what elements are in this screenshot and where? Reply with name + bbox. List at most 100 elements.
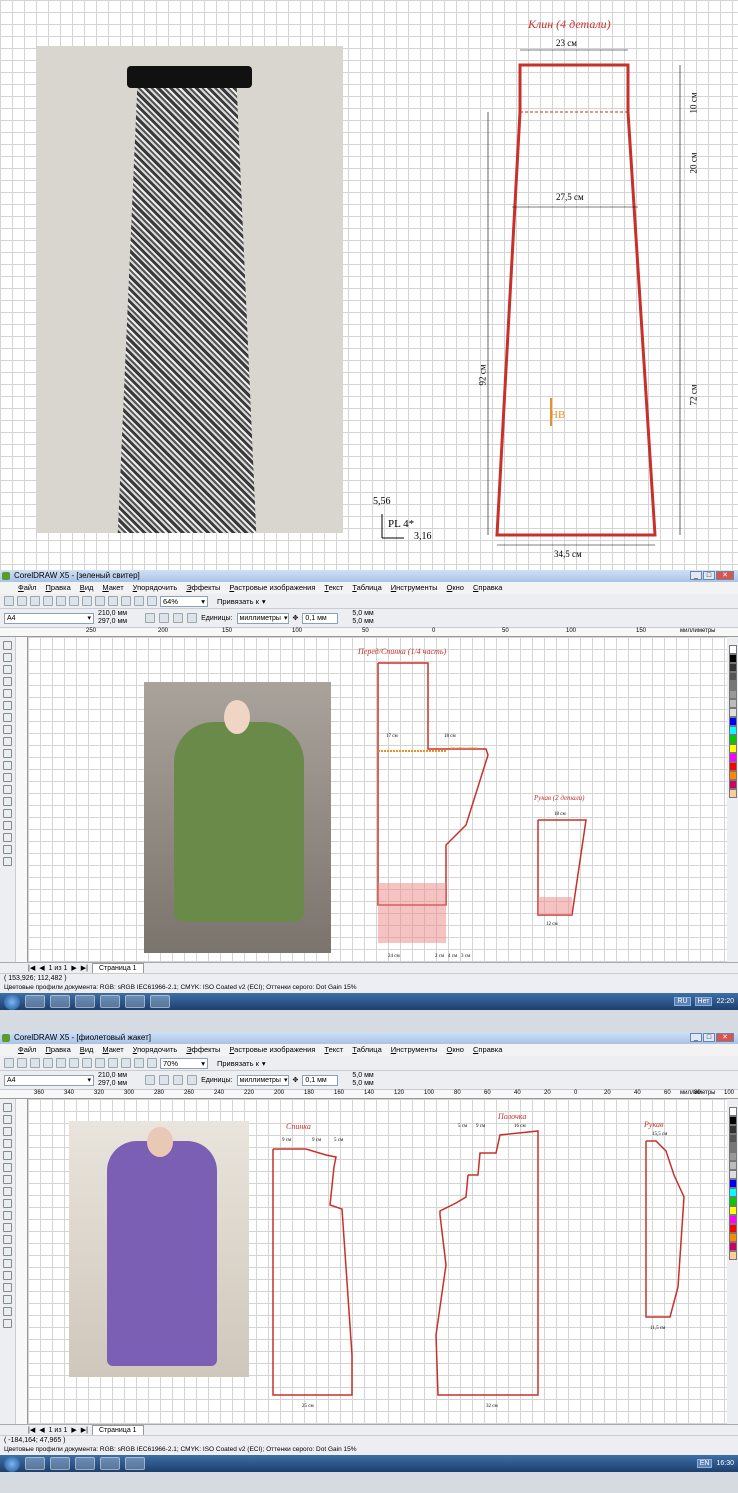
export-icon[interactable] xyxy=(134,596,144,606)
taskbar-app[interactable] xyxy=(75,1457,95,1470)
first-page-icon[interactable]: |◀ xyxy=(28,964,35,972)
menu-effects[interactable]: Эффекты xyxy=(186,1044,220,1056)
menu-window[interactable]: Окно xyxy=(447,1044,464,1056)
print-icon[interactable] xyxy=(43,596,53,606)
swatch[interactable] xyxy=(728,1143,737,1152)
crop-tool-icon[interactable] xyxy=(3,665,12,674)
swatch[interactable] xyxy=(728,735,737,744)
vertical-ruler[interactable] xyxy=(16,1099,28,1424)
portrait-icon[interactable] xyxy=(145,613,156,623)
swatch[interactable] xyxy=(728,1188,737,1197)
maximize-button[interactable]: □ xyxy=(703,571,715,580)
menu-edit[interactable]: Правка xyxy=(45,582,70,594)
swatch[interactable] xyxy=(728,753,737,762)
page-height[interactable]: 297,0 мм xyxy=(98,618,127,626)
crop-tool-icon[interactable] xyxy=(3,1127,12,1136)
taskbar-app[interactable] xyxy=(100,1457,120,1470)
taskbar-app[interactable] xyxy=(25,995,45,1008)
horizontal-ruler[interactable]: 250 200 150 100 50 0 50 100 150 миллимет… xyxy=(0,628,738,637)
current-page-icon[interactable] xyxy=(187,1075,198,1085)
taskbar-app[interactable] xyxy=(50,995,70,1008)
page-size-combo[interactable]: A4 ▾ xyxy=(4,1074,94,1086)
prev-page-icon[interactable]: ◀ xyxy=(39,964,44,972)
menu-text[interactable]: Текст xyxy=(324,1044,343,1056)
connector-tool-icon[interactable] xyxy=(3,797,12,806)
swatch[interactable] xyxy=(728,699,737,708)
menu-view[interactable]: Вид xyxy=(80,1044,94,1056)
zoom-tool-icon[interactable] xyxy=(3,677,12,686)
swatch[interactable] xyxy=(728,672,737,681)
page-width[interactable]: 210,0 мм xyxy=(98,610,127,618)
snap-to-label[interactable]: Привязать к xyxy=(217,597,259,606)
landscape-icon[interactable] xyxy=(159,613,170,623)
language-indicator[interactable]: RU xyxy=(674,997,691,1006)
eyedropper-icon[interactable] xyxy=(3,821,12,830)
dimension-tool-icon[interactable] xyxy=(3,1247,12,1256)
first-page-icon[interactable]: |◀ xyxy=(28,1426,35,1434)
menu-table[interactable]: Таблица xyxy=(352,582,381,594)
maximize-button[interactable]: □ xyxy=(703,1033,715,1042)
swatch[interactable] xyxy=(728,762,737,771)
menu-help[interactable]: Справка xyxy=(473,1044,502,1056)
undo-icon[interactable] xyxy=(95,596,105,606)
connector-tool-icon[interactable] xyxy=(3,1259,12,1268)
next-page-icon[interactable]: ▶ xyxy=(71,1426,76,1434)
eyedropper-icon[interactable] xyxy=(3,1283,12,1292)
taskbar-app[interactable] xyxy=(25,1457,45,1470)
menu-arrange[interactable]: Упорядочить xyxy=(133,582,178,594)
redo-icon[interactable] xyxy=(108,1058,118,1068)
current-page-icon[interactable] xyxy=(187,613,198,623)
language-indicator[interactable]: EN xyxy=(696,1459,713,1468)
clock[interactable]: 16:30 xyxy=(716,1460,734,1467)
text-tool-icon[interactable] xyxy=(3,1223,12,1232)
swatch[interactable] xyxy=(728,1224,737,1233)
menu-table[interactable]: Таблица xyxy=(352,1044,381,1056)
rectangle-tool-icon[interactable] xyxy=(3,1175,12,1184)
dimension-tool-icon[interactable] xyxy=(3,785,12,794)
open-icon[interactable] xyxy=(17,1058,27,1068)
zoom-combo[interactable]: 64% ▾ xyxy=(160,595,208,607)
swatch[interactable] xyxy=(728,789,737,798)
last-page-icon[interactable]: ▶| xyxy=(81,1426,88,1434)
swatch[interactable] xyxy=(728,1251,737,1260)
taskbar-app[interactable] xyxy=(100,995,120,1008)
units-combo[interactable]: миллиметры ▾ xyxy=(236,612,289,624)
redo-icon[interactable] xyxy=(108,596,118,606)
interactive-fill-icon[interactable] xyxy=(3,1319,12,1328)
zoom-combo[interactable]: 70% ▾ xyxy=(160,1057,208,1069)
swatch-black[interactable] xyxy=(728,1116,737,1125)
interactive-fill-icon[interactable] xyxy=(3,857,12,866)
swatch[interactable] xyxy=(728,1233,737,1242)
menu-view[interactable]: Вид xyxy=(80,582,94,594)
menu-text[interactable]: Текст xyxy=(324,582,343,594)
swatch[interactable] xyxy=(728,1206,737,1215)
horizontal-ruler[interactable]: 360 340 320 300 280 260 240 220 200 180 160 140 120 1… xyxy=(0,1090,738,1099)
duplicate-x[interactable]: 5,0 мм xyxy=(352,610,373,618)
basic-shapes-icon[interactable] xyxy=(3,749,12,758)
swatch[interactable] xyxy=(728,1242,737,1251)
duplicate-y[interactable]: 5,0 мм xyxy=(352,1080,373,1088)
page-height[interactable]: 297,0 мм xyxy=(98,1080,127,1088)
pick-tool-icon[interactable] xyxy=(3,1103,12,1112)
shape-tool-icon[interactable] xyxy=(3,1115,12,1124)
cut-icon[interactable] xyxy=(56,1058,66,1068)
swatch[interactable] xyxy=(728,1161,737,1170)
text-tool-icon[interactable] xyxy=(3,761,12,770)
prev-page-icon[interactable]: ◀ xyxy=(39,1426,44,1434)
units-combo[interactable]: миллиметры ▾ xyxy=(236,1074,289,1086)
all-pages-icon[interactable] xyxy=(173,613,184,623)
swatch[interactable] xyxy=(728,663,737,672)
save-icon[interactable] xyxy=(30,596,40,606)
page-tab[interactable]: Страница 1 xyxy=(91,962,144,974)
duplicate-y[interactable]: 5,0 мм xyxy=(352,618,373,626)
menu-arrange[interactable]: Упорядочить xyxy=(133,1044,178,1056)
nudge-field[interactable]: 0,1 мм xyxy=(302,612,339,624)
clock[interactable]: 22:20 xyxy=(716,998,734,1005)
rectangle-tool-icon[interactable] xyxy=(3,713,12,722)
duplicate-x[interactable]: 5,0 мм xyxy=(352,1072,373,1080)
chevron-down-icon[interactable]: ▾ xyxy=(262,1059,266,1068)
swatch[interactable] xyxy=(728,744,737,753)
swatch[interactable] xyxy=(728,681,737,690)
swatch[interactable] xyxy=(728,1134,737,1143)
swatch[interactable] xyxy=(728,708,737,717)
